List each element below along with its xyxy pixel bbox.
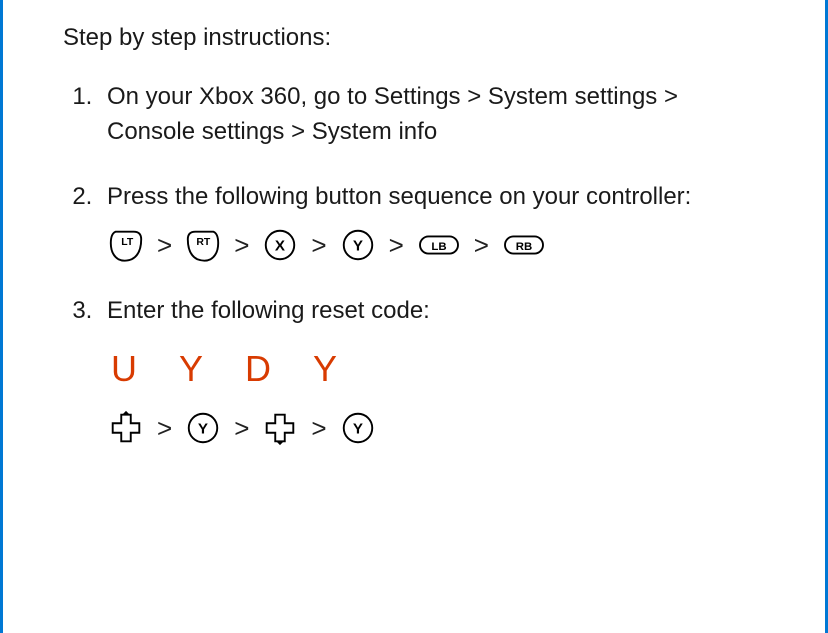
- code-letter: Y: [313, 343, 339, 395]
- step-1-text: On your Xbox 360, go to Settings > Syste…: [107, 83, 678, 145]
- y-button-icon: Y: [339, 409, 377, 447]
- chevron-icon: >: [387, 232, 406, 258]
- dpad-up-icon: [107, 409, 145, 447]
- y-button-icon: Y: [184, 409, 222, 447]
- svg-text:Y: Y: [352, 238, 362, 255]
- reset-code-letters: U Y D Y: [107, 343, 765, 395]
- chevron-icon: >: [309, 232, 328, 258]
- lb-bumper-icon: LB: [416, 226, 462, 264]
- step-2: Press the following button sequence on y…: [99, 180, 765, 265]
- x-button-icon: X: [261, 226, 299, 264]
- dpad-down-icon: [261, 409, 299, 447]
- step-3: Enter the following reset code: U Y D Y …: [99, 294, 765, 447]
- heading: Step by step instructions:: [63, 24, 765, 52]
- svg-text:Y: Y: [198, 421, 208, 438]
- lt-trigger-icon: LT: [107, 226, 145, 264]
- step-2-text: Press the following button sequence on y…: [107, 183, 691, 210]
- rt-trigger-icon: RT: [184, 226, 222, 264]
- instructions-card: Step by step instructions: On your Xbox …: [0, 0, 828, 633]
- button-sequence: LT > RT > X: [107, 226, 765, 264]
- instructions-list: On your Xbox 360, go to Settings > Syste…: [63, 80, 765, 447]
- chevron-icon: >: [155, 232, 174, 258]
- chevron-icon: >: [309, 415, 328, 441]
- code-letter: U: [111, 343, 139, 395]
- svg-text:X: X: [275, 238, 285, 255]
- svg-text:LB: LB: [431, 241, 446, 253]
- svg-text:RB: RB: [516, 241, 532, 253]
- chevron-icon: >: [232, 415, 251, 441]
- chevron-icon: >: [155, 415, 174, 441]
- code-letter: D: [245, 343, 273, 395]
- svg-text:LT: LT: [121, 237, 134, 248]
- step-3-text: Enter the following reset code:: [107, 297, 430, 324]
- chevron-icon: >: [472, 232, 491, 258]
- code-letter: Y: [179, 343, 205, 395]
- reset-code-sequence: > Y > >: [107, 409, 765, 447]
- rb-bumper-icon: RB: [501, 226, 547, 264]
- y-button-icon: Y: [339, 226, 377, 264]
- svg-text:Y: Y: [352, 421, 362, 438]
- step-1: On your Xbox 360, go to Settings > Syste…: [99, 80, 765, 150]
- chevron-icon: >: [232, 232, 251, 258]
- svg-text:RT: RT: [197, 237, 212, 248]
